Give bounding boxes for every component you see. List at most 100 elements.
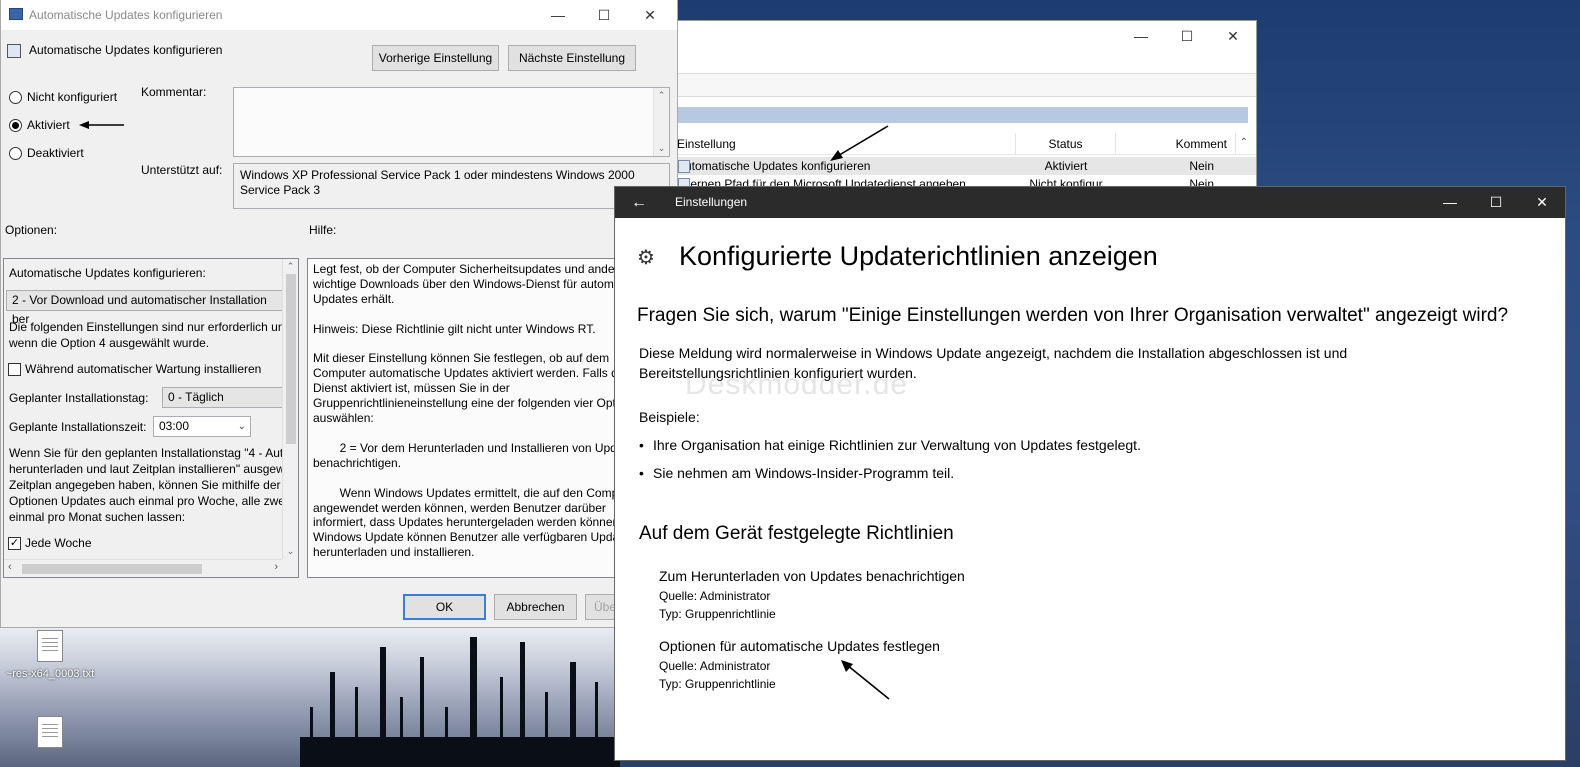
minimize-icon[interactable]: —: [535, 0, 581, 30]
maximize-icon[interactable]: ☐: [1473, 187, 1519, 217]
policy-entry-source: Quelle: Administrator: [659, 659, 771, 673]
options-note: herunterladen und laut Zeitplan installi…: [9, 462, 292, 476]
radio-disabled[interactable]: Deaktiviert: [9, 146, 84, 160]
dialog-title: Automatische Updates konfigurieren: [29, 8, 223, 22]
maximize-icon[interactable]: ☐: [1164, 21, 1210, 51]
ok-button[interactable]: OK: [403, 594, 486, 620]
options-label: Optionen:: [5, 223, 58, 237]
supported-on-field: Windows XP Professional Service Pack 1 o…: [233, 163, 670, 209]
install-time-dropdown[interactable]: 03:00 ⌄: [153, 416, 251, 437]
install-day-label: Geplanter Installationstag:: [9, 391, 149, 405]
column-comment[interactable]: Komment: [1116, 133, 1236, 155]
help-text-line: Computer automatische Updates aktiviert …: [313, 366, 625, 381]
help-text-line: Wenn Windows Updates ermittelt, die auf …: [313, 485, 625, 500]
options-vertical-scrollbar[interactable]: ⌃ ⌄: [282, 259, 298, 559]
maximize-icon[interactable]: ☐: [581, 0, 627, 30]
description-line: Diese Meldung wird normalerweise in Wind…: [639, 345, 1348, 361]
minimize-icon[interactable]: —: [1427, 187, 1473, 217]
install-time-value: 03:00: [159, 419, 190, 433]
radio-not-configured[interactable]: Nicht konfiguriert: [9, 90, 117, 104]
policy-entry-type: Typ: Gruppenrichtlinie: [659, 607, 776, 621]
desktop-file-icon-2[interactable]: [0, 716, 100, 754]
close-icon[interactable]: ✕: [1210, 21, 1256, 51]
maintenance-checkbox[interactable]: Während automatischer Wartung installier…: [8, 362, 261, 376]
policy-editor-titlebar: — ☐ ✕: [651, 21, 1256, 71]
example-item: Ihre Organisation hat einige Richtlinien…: [639, 437, 1141, 453]
column-status[interactable]: Status: [1016, 133, 1116, 155]
weekly-checkbox[interactable]: ✓ Jede Woche: [8, 536, 92, 550]
policy-entry-source: Quelle: Administrator: [659, 589, 771, 603]
help-text-line: informiert, dass Updates heruntergeladen…: [313, 515, 623, 530]
help-text-line: herunterladen und installieren.: [313, 545, 475, 560]
options-info: Die folgenden Einstellungen sind nur erf…: [9, 320, 292, 334]
options-note: Wenn Sie für den geplanten Installations…: [9, 446, 290, 460]
help-text: Legt fest, ob der Computer Sicherheitsup…: [313, 262, 627, 560]
example-item: Sie nehmen am Windows-Insider-Programm t…: [639, 465, 954, 481]
help-text-line: benachrichtigen.: [313, 455, 402, 470]
options-info: wenn die Option 4 ausgewählt wurde.: [9, 336, 210, 350]
close-icon[interactable]: ✕: [627, 0, 673, 30]
supported-label: Unterstützt auf:: [141, 163, 223, 177]
comment-label: Kommentar:: [141, 85, 207, 99]
help-text-line: Hinweis: Diese Richtlinie gilt nicht unt…: [313, 321, 596, 336]
configure-mode-dropdown[interactable]: 2 - Vor Download und automatischer Insta…: [6, 290, 284, 326]
annotation-arrow: [79, 121, 124, 129]
desktop-file-icon[interactable]: ~res-x64_0003.txt: [0, 630, 100, 680]
policy-entry-name: Optionen für automatische Updates festle…: [659, 638, 940, 654]
radio-label: Nicht konfiguriert: [27, 90, 118, 104]
help-text-line: [313, 337, 626, 352]
options-horizontal-scrollbar[interactable]: ‹ ›: [4, 559, 282, 577]
dialog-titlebar: Automatische Updates konfigurieren — ☐ ✕: [1, 0, 677, 30]
options-configure-label: Automatische Updates konfigurieren:: [9, 266, 206, 280]
comment-textarea[interactable]: ⌃ ⌄: [233, 87, 670, 157]
section-heading: Auf dem Gerät festgelegte Richtlinien: [639, 523, 954, 544]
cancel-button[interactable]: Abbrechen: [494, 594, 577, 620]
help-text-line: angewendet werden können, werden Benutze…: [313, 500, 606, 515]
help-text-line: [313, 471, 626, 486]
help-text-line: Mit dieser Einstellung können Sie festle…: [313, 351, 610, 366]
policy-setting-dialog: Automatische Updates konfigurieren — ☐ ✕…: [0, 0, 678, 628]
help-text-line: [313, 426, 626, 441]
text-file-icon: [37, 716, 63, 748]
gear-icon: ⚙: [637, 247, 655, 269]
options-pane: Automatische Updates konfigurieren: 2 - …: [3, 258, 299, 578]
help-label: Hilfe:: [309, 223, 337, 237]
supported-value-line: Service Pack 3: [240, 183, 321, 197]
help-text-line: [313, 307, 626, 322]
help-text-line: auswählen:: [313, 411, 374, 426]
annotation-arrow: [830, 125, 889, 161]
policy-entry-name: Zum Herunterladen von Updates benachrich…: [659, 568, 965, 584]
policy-entry-type: Typ: Gruppenrichtlinie: [659, 677, 776, 691]
close-icon[interactable]: ✕: [1519, 187, 1565, 217]
policy-app-icon: [9, 8, 23, 20]
policy-row[interactable]: Automatische Updates konfigurieren Aktiv…: [651, 157, 1256, 175]
previous-setting-button[interactable]: Vorherige Einstellung: [372, 45, 499, 71]
checkbox-box: [8, 362, 21, 376]
examples-label: Beispiele:: [639, 409, 700, 425]
help-text-line: Dienst aktiviert ist, müssen Sie in der: [313, 381, 510, 396]
minimize-icon[interactable]: —: [1118, 21, 1164, 51]
options-note: Zeitplan angegeben haben, können Sie mit…: [9, 478, 294, 492]
policy-editor-toolbar: [651, 73, 1256, 97]
radio-circle-selected: [9, 118, 22, 132]
radio-circle: [9, 146, 22, 160]
back-arrow-icon[interactable]: ←: [615, 187, 663, 218]
settings-titlebar: ← Einstellungen — ☐ ✕: [615, 187, 1565, 218]
radio-enabled[interactable]: Aktiviert: [9, 118, 70, 132]
install-day-dropdown[interactable]: 0 - Täglich: [162, 387, 284, 408]
help-text-line: Gruppenrichtlinieneinstellung eine der f…: [313, 396, 619, 411]
next-setting-button[interactable]: Nächste Einstellung: [508, 45, 636, 71]
desktop-file-label: ~res-x64_0003.txt: [5, 668, 95, 680]
supported-value-line: Windows XP Professional Service Pack 1 o…: [240, 168, 635, 182]
policy-list-header: Einstellung Status Komment: [651, 133, 1256, 155]
help-text-line: 2 = Vor dem Herunterladen und Installier…: [313, 440, 627, 455]
policy-editor-header-strip: [651, 107, 1248, 123]
radio-label: Deaktiviert: [27, 146, 84, 160]
question-heading: Fragen Sie sich, warum "Einige Einstellu…: [637, 305, 1509, 326]
options-note: Optionen Updates auch einmal pro Woche, …: [9, 494, 288, 508]
sort-up-icon: ⌃: [1239, 137, 1248, 148]
watermark: Deskmodder.de: [685, 368, 909, 401]
radio-label: Aktiviert: [27, 118, 70, 132]
comment-scrollbar[interactable]: ⌃ ⌄: [653, 88, 669, 156]
policy-status: Aktiviert: [1044, 159, 1088, 173]
